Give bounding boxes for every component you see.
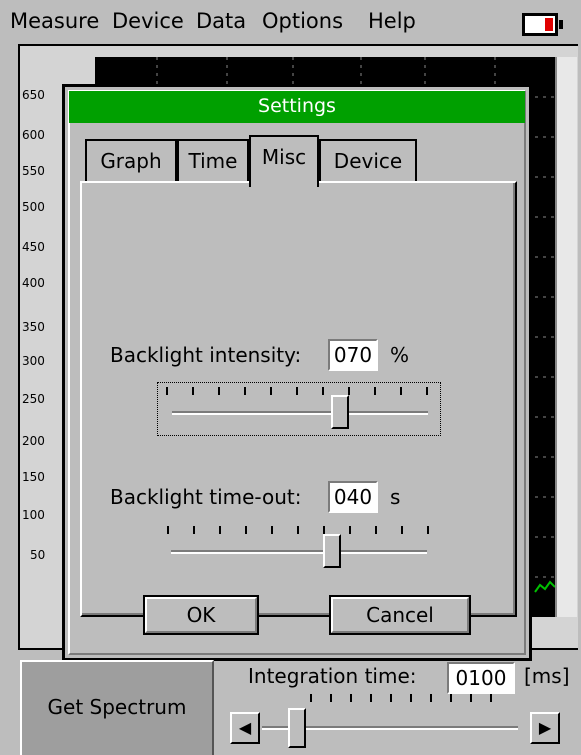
slider-track [172,411,428,415]
tab-misc[interactable]: Misc [249,135,319,187]
backlight-intensity-slider[interactable] [157,382,441,436]
plot-scroll-edge [555,57,577,617]
y-tick: 300 [22,354,45,368]
slider-track [171,550,427,554]
backlight-timeout-slider[interactable] [157,524,439,576]
y-tick: 450 [22,240,45,254]
tab-graph[interactable]: Graph [85,139,177,183]
integration-time-unit: [ms] [524,664,570,688]
y-tick: 500 [22,200,45,214]
slider-ticks [166,387,432,395]
menu-measure[interactable]: Measure [10,8,99,34]
y-tick: 100 [22,508,45,522]
y-tick: 600 [22,128,45,142]
backlight-intensity-field[interactable]: 070 [328,339,378,371]
y-tick: 550 [22,164,45,178]
slider-thumb[interactable] [331,395,349,429]
menu-bar: Measure Device Data Options Help [0,0,581,44]
get-spectrum-button[interactable]: Get Spectrum [20,660,214,755]
tab-panel-misc: Backlight intensity: 070 % Backlight tim… [80,181,517,617]
battery-icon [522,13,563,36]
settings-dialog: Settings Graph Time Misc Device Backligh… [62,84,532,661]
slider-thumb[interactable] [323,534,341,568]
backlight-intensity-unit: % [390,343,410,367]
menu-options[interactable]: Options [262,8,343,34]
backlight-timeout-label: Backlight time-out: [110,485,302,509]
menu-device[interactable]: Device [112,8,184,34]
y-tick: 150 [22,470,45,484]
slider-ticks [167,526,433,534]
left-arrow-icon[interactable]: ◀ [230,712,260,744]
y-tick: 50 [30,548,46,562]
dialog-title: Settings [258,95,336,117]
integration-time-label: Integration time: [248,664,417,688]
x-tick: 760 [528,601,555,617]
tab-device[interactable]: Device [319,139,417,183]
dialog-title-bar[interactable]: Settings [69,91,525,123]
y-tick: 250 [22,392,45,406]
menu-data[interactable]: Data [196,8,246,34]
menu-help[interactable]: Help [368,8,416,34]
backlight-intensity-label: Backlight intensity: [110,343,302,367]
y-tick: 650 [22,88,45,102]
integration-slider-ticks [300,694,500,702]
tab-time[interactable]: Time [177,139,249,183]
integration-time-field[interactable]: 0100 [447,662,515,694]
cancel-button[interactable]: Cancel [329,595,471,635]
backlight-timeout-unit: s [390,485,401,509]
integration-slider-thumb[interactable] [288,708,306,748]
ok-button[interactable]: OK [143,595,259,635]
y-tick: 400 [22,276,45,290]
backlight-timeout-field[interactable]: 040 [328,481,378,513]
y-tick: 350 [22,320,45,334]
right-arrow-icon[interactable]: ▶ [530,712,560,744]
y-tick: 200 [22,434,45,448]
